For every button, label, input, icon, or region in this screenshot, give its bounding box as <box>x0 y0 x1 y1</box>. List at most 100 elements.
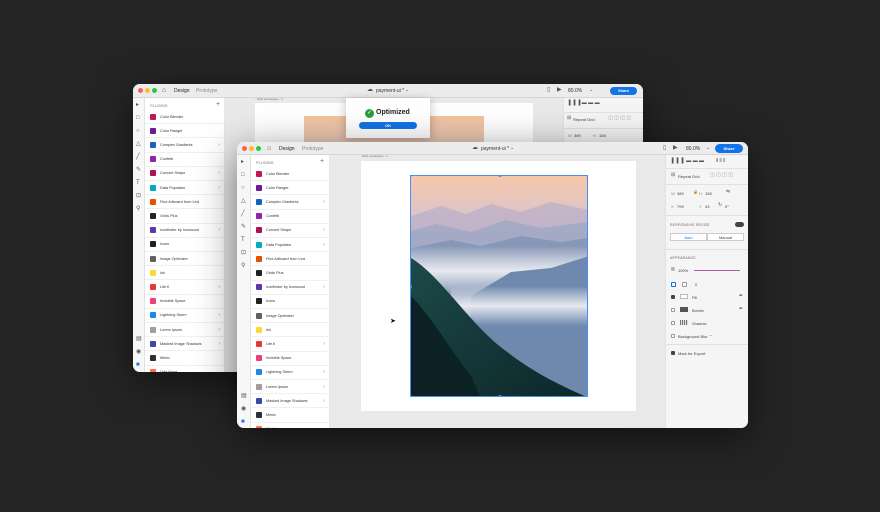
plugins-icon[interactable]: ■ <box>136 362 140 368</box>
plugin-item[interactable]: Invisible Space <box>251 352 329 366</box>
text-tool-icon[interactable]: T <box>136 180 140 186</box>
background-blur-label[interactable]: Background Blur <box>678 334 708 339</box>
plugin-item[interactable]: Image Optimizer <box>145 252 224 267</box>
device-preview-icon[interactable]: ▯ <box>547 87 550 93</box>
border-checkbox[interactable] <box>671 308 675 312</box>
maximize-window-button[interactable] <box>256 146 261 151</box>
zoom-tool-icon[interactable]: ⚲ <box>241 263 245 269</box>
tab-design[interactable]: Design <box>174 88 190 94</box>
background-blur-checkbox[interactable] <box>671 334 675 338</box>
align-icons[interactable]: ▐ ▐ ▐ ▬ ▬ ▬ <box>567 101 600 106</box>
pen-tool-icon[interactable]: ✎ <box>136 167 141 173</box>
plugin-item[interactable]: Convert Shape › <box>145 167 224 181</box>
boolean-icons[interactable]: ◫ ◫ ◫ ◫ <box>710 173 733 178</box>
flip-icon[interactable]: ⇋ <box>726 190 730 195</box>
chevron-down-icon[interactable]: ⌄ <box>589 88 593 93</box>
ellipse-tool-icon[interactable]: ○ <box>241 185 245 191</box>
chevron-down-icon[interactable]: ⌄ <box>706 146 710 151</box>
plugin-item[interactable]: Masked Image Shadows › <box>251 394 329 409</box>
layers-icon[interactable]: ▤ <box>241 393 247 399</box>
plugin-item[interactable]: Lorem Ipsum › <box>145 323 224 338</box>
plugin-item[interactable]: Image Optimizer <box>251 309 329 324</box>
share-button[interactable]: Share <box>715 144 743 153</box>
height-value[interactable]: 158 <box>705 191 712 196</box>
plugin-item[interactable]: Lorem Ipsum › <box>251 380 329 395</box>
selected-image[interactable] <box>410 175 588 397</box>
plugin-item[interactable]: Find Artboard from Link <box>251 252 329 267</box>
rectangle-tool-icon[interactable]: □ <box>241 172 245 178</box>
assets-icon[interactable]: ◉ <box>136 349 141 355</box>
minimize-window-button[interactable] <box>249 146 254 151</box>
share-button[interactable]: Share <box>610 87 637 95</box>
corner-radius-each-icon[interactable] <box>682 282 687 287</box>
dialog-ok-button[interactable]: OK <box>359 122 417 129</box>
opacity-slider[interactable] <box>694 270 740 271</box>
play-icon[interactable]: ▶ <box>673 145 678 151</box>
plugin-item[interactable]: Grids Plus <box>145 209 224 224</box>
plugin-item[interactable]: Complex Gradients › <box>251 195 329 210</box>
plugin-item[interactable]: Convert Shape › <box>251 224 329 238</box>
rectangle-tool-icon[interactable]: □ <box>136 115 140 121</box>
artboard-tool-icon[interactable]: ⊡ <box>241 250 246 256</box>
shadow-checkbox[interactable] <box>671 321 675 325</box>
ellipse-tool-icon[interactable]: ○ <box>136 128 140 134</box>
device-preview-icon[interactable]: ▯ <box>663 145 666 151</box>
responsive-resize-toggle[interactable] <box>735 222 744 227</box>
align-icons[interactable]: ▐ ▐ ▐ ▬ ▬ ▬ <box>670 159 704 164</box>
plugin-item[interactable]: Find Artboard from Link <box>145 195 224 210</box>
lock-icon[interactable]: 🔒 <box>693 190 698 194</box>
plugin-item[interactable]: Odd Hope <box>145 366 224 372</box>
tab-design[interactable]: Design <box>279 146 295 152</box>
play-icon[interactable]: ▶ <box>557 87 562 93</box>
plugins-icon[interactable]: ■ <box>241 419 245 425</box>
width-value[interactable]: 389 <box>574 133 581 138</box>
corner-radius-value[interactable]: 0 <box>695 282 697 287</box>
fill-swatch[interactable] <box>680 294 688 299</box>
plugin-item[interactable]: Icons <box>251 295 329 309</box>
close-window-button[interactable] <box>138 88 143 93</box>
plugin-item[interactable]: Iconfinder by Iconscout › <box>145 224 224 238</box>
zoom-level[interactable]: 80.0% <box>568 88 582 94</box>
select-tool-icon[interactable]: ▸ <box>136 102 139 108</box>
corner-radius-all-icon[interactable] <box>671 282 676 287</box>
border-swatch[interactable] <box>680 307 688 312</box>
zoom-level[interactable]: 80.0% <box>686 146 700 152</box>
rotate-icon[interactable]: ↻ <box>718 203 722 208</box>
distribute-icons[interactable]: ⫴ ⫴ ⫴ <box>716 159 725 164</box>
mark-for-export-checkbox[interactable] <box>671 351 675 355</box>
minimize-window-button[interactable] <box>145 88 150 93</box>
plugin-item[interactable]: Data Populator › <box>145 181 224 196</box>
eyedropper-icon[interactable]: ✒ <box>739 294 743 299</box>
polygon-tool-icon[interactable]: △ <box>241 198 246 204</box>
tab-prototype[interactable]: Prototype <box>302 146 323 152</box>
chevron-down-icon[interactable]: ⌄ <box>405 88 409 93</box>
manual-button[interactable]: Manual <box>707 233 744 241</box>
plugin-item[interactable]: Confetti <box>145 153 224 167</box>
plugin-item[interactable]: Icons <box>145 238 224 252</box>
plugin-item[interactable]: Color Ranger <box>145 124 224 139</box>
maximize-window-button[interactable] <box>152 88 157 93</box>
plugin-item[interactable]: Data Populator › <box>251 238 329 253</box>
document-title[interactable]: payment-ui * <box>376 88 404 94</box>
plugin-item[interactable]: Iconfinder by Iconscout › <box>251 281 329 295</box>
chevron-down-icon[interactable]: ⌄ <box>510 146 514 151</box>
opacity-value[interactable]: 100% <box>678 268 688 273</box>
line-tool-icon[interactable]: ╱ <box>136 154 140 160</box>
eyedropper-icon[interactable]: ✒ <box>739 307 743 312</box>
layers-icon[interactable]: ▤ <box>136 336 142 342</box>
pen-tool-icon[interactable]: ✎ <box>241 224 246 230</box>
shadow-swatch[interactable] <box>680 320 688 325</box>
plugin-item[interactable]: Mimic <box>251 408 329 423</box>
plugin-item[interactable]: Color Blender <box>251 167 329 182</box>
plugin-item[interactable]: Ink <box>251 323 329 338</box>
chevron-down-icon[interactable]: ⌄ <box>709 333 712 337</box>
height-value[interactable]: 158 <box>599 133 606 138</box>
document-title[interactable]: payment-ui * <box>481 146 509 152</box>
assets-icon[interactable]: ◉ <box>241 406 246 412</box>
text-tool-icon[interactable]: T <box>241 237 245 243</box>
plugin-item[interactable]: Lite.fi › <box>251 337 329 352</box>
x-value[interactable]: 799 <box>677 204 684 209</box>
plugin-item[interactable]: Grids Plus <box>251 266 329 281</box>
plugin-item[interactable]: Confetti <box>251 210 329 224</box>
plugin-item[interactable]: Lite.fi › <box>145 280 224 295</box>
